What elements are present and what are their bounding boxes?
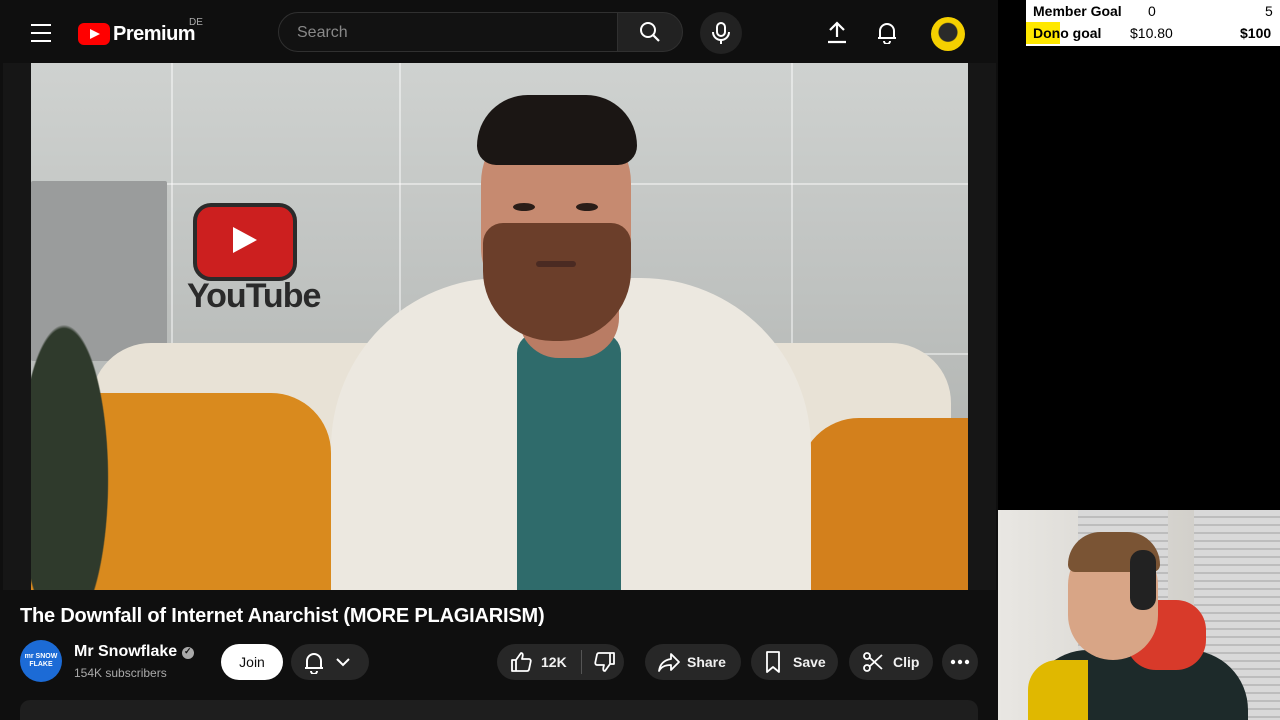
search-input[interactable]: [295, 23, 599, 43]
voice-search-button[interactable]: [700, 12, 742, 54]
join-button[interactable]: Join: [221, 644, 283, 680]
share-label: Share: [687, 654, 726, 670]
channel-name[interactable]: Mr Snowflake: [74, 643, 177, 661]
search-box: [278, 12, 618, 52]
like-count: 12K: [541, 654, 567, 670]
thumbs-up-icon: [511, 652, 532, 672]
hoodie-yellow-panel: [1028, 660, 1088, 720]
dono-goal-row: Dono goal $10.80 $100: [1026, 22, 1280, 44]
youtube-premium-logo[interactable]: Premium: [78, 20, 196, 48]
upload-icon: [828, 21, 846, 44]
youtube-watch-page: Premium DE Search YouTube The Downfall o…: [0, 0, 998, 720]
search-button[interactable]: [617, 12, 683, 52]
region-code: DE: [189, 17, 203, 28]
headset-icon: [1130, 550, 1156, 610]
share-button[interactable]: Share: [645, 644, 741, 680]
mouth: [536, 261, 576, 267]
dono-goal-target: $100: [1240, 25, 1272, 41]
save-label: Save: [793, 654, 826, 670]
member-goal-label: Member Goal: [1033, 3, 1122, 19]
scissors-icon: [863, 652, 883, 672]
share-icon: [658, 653, 680, 672]
verified-badge-icon: [182, 646, 194, 659]
video-player[interactable]: YouTube: [3, 63, 996, 590]
member-goal-row: Member Goal 0 5: [1026, 0, 1280, 22]
hamburger-menu-icon[interactable]: [24, 18, 58, 48]
eye: [576, 203, 598, 211]
notifications-button[interactable]: [869, 14, 905, 50]
dono-goal-current: $10.80: [1130, 25, 1173, 41]
eye: [513, 203, 535, 211]
subscription-bell-dropdown[interactable]: [291, 644, 369, 680]
stream-goals-overlay: Member Goal 0 5 Dono goal $10.80 $100: [1026, 0, 1280, 46]
channel-avatar[interactable]: mr SNOW FLAKE: [20, 640, 62, 682]
clip-button[interactable]: Clip: [849, 644, 933, 680]
upload-button[interactable]: [819, 14, 855, 50]
orange-cushion-right: [799, 418, 968, 590]
mic-icon: [712, 22, 730, 44]
channel-avatar-text: mr SNOW FLAKE: [24, 653, 58, 668]
clip-label: Clip: [893, 654, 920, 670]
search-icon: [640, 22, 660, 42]
subscriber-count: 154K subscribers: [74, 666, 167, 680]
more-actions-button[interactable]: [942, 644, 978, 680]
account-avatar[interactable]: [931, 17, 965, 51]
more-horizontal-icon: [950, 659, 970, 665]
youtube-sign-text: YouTube: [187, 277, 321, 315]
presenter-hair: [477, 95, 637, 165]
top-bar: Premium DE: [0, 0, 998, 64]
save-button[interactable]: Save: [751, 644, 838, 680]
like-button[interactable]: 12K: [497, 644, 581, 680]
bookmark-icon: [766, 651, 780, 673]
streamer-webcam: [998, 510, 1280, 720]
member-goal-target: 5: [1265, 3, 1273, 19]
description-box-edge[interactable]: [20, 700, 978, 720]
dono-goal-label: Dono goal: [1033, 25, 1102, 41]
dislike-button[interactable]: [582, 644, 617, 680]
youtube-sign-icon: [193, 203, 297, 281]
member-goal-current: 0: [1148, 3, 1156, 19]
logo-text: Premium: [113, 22, 196, 45]
thumbs-down-icon: [594, 652, 615, 672]
teal-shirt: [517, 333, 621, 590]
video-frame: YouTube: [31, 63, 968, 590]
plant: [31, 213, 141, 590]
bell-icon: [305, 653, 323, 674]
chevron-down-icon: [336, 658, 350, 667]
video-title: The Downfall of Internet Anarchist (MORE…: [20, 605, 545, 627]
like-dislike-group: 12K: [497, 644, 624, 680]
youtube-logo-icon: [78, 23, 110, 45]
bell-icon: [878, 23, 896, 44]
